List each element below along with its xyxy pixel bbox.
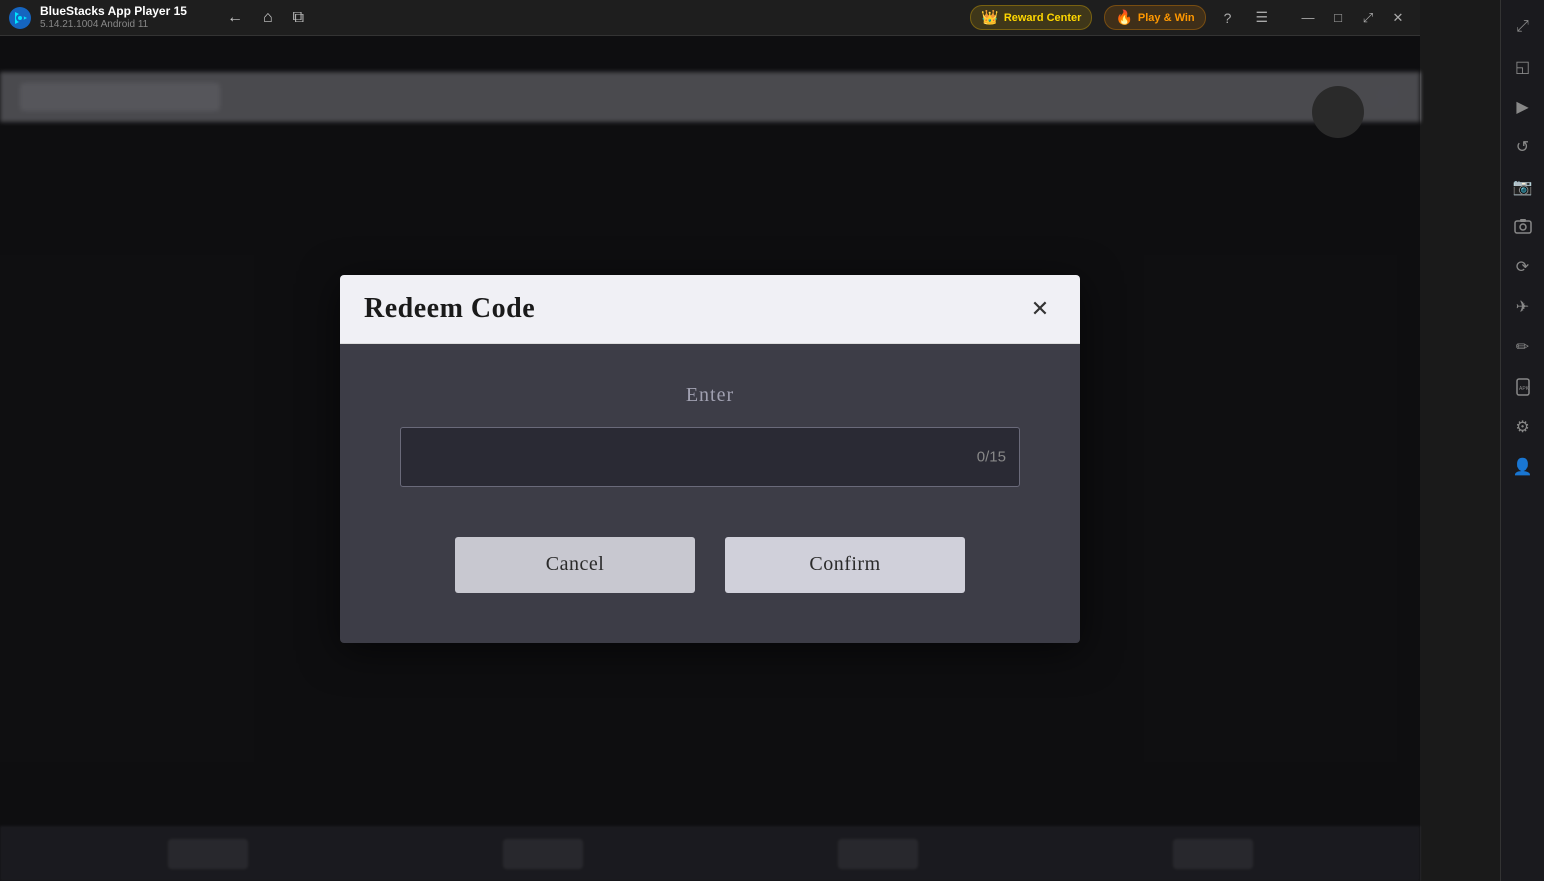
window-controls: — □ ⤢ ✕ bbox=[1294, 4, 1412, 32]
close-button[interactable]: ✕ bbox=[1384, 4, 1412, 32]
code-input[interactable] bbox=[400, 427, 1020, 487]
confirm-button[interactable]: Confirm bbox=[725, 537, 965, 593]
bluestacks-logo bbox=[8, 6, 32, 30]
copy-button[interactable]: ⧉ bbox=[289, 7, 308, 29]
play-win-label: Play & Win bbox=[1138, 12, 1195, 24]
reward-center-label: Reward Center bbox=[1004, 12, 1082, 24]
rotate-icon[interactable]: ⟳ bbox=[1505, 249, 1541, 285]
apk-icon[interactable]: APK bbox=[1505, 369, 1541, 405]
profile-icon[interactable]: 👤 bbox=[1505, 449, 1541, 485]
screenshot-icon[interactable] bbox=[1505, 209, 1541, 245]
titlebar-right: 👑 Reward Center 🔥 Play & Win ? ☰ — □ ⤢ ✕ bbox=[970, 4, 1412, 32]
titlebar: BlueStacks App Player 15 5.14.21.1004 An… bbox=[0, 0, 1420, 36]
refresh-icon[interactable]: ↺ bbox=[1505, 129, 1541, 165]
app-version: 5.14.21.1004 Android 11 bbox=[40, 19, 187, 31]
cancel-button[interactable]: Cancel bbox=[455, 537, 695, 593]
maximize-button[interactable]: □ bbox=[1324, 4, 1352, 32]
crown-icon: 👑 bbox=[981, 9, 998, 26]
modal-overlay: Redeem Code ✕ Enter 0/15 Cancel Confirm bbox=[0, 36, 1420, 881]
titlebar-nav: ← ⌂ ⧉ bbox=[223, 7, 308, 29]
fire-icon: 🔥 bbox=[1115, 9, 1132, 26]
video-icon[interactable]: ▶ bbox=[1505, 89, 1541, 125]
redeem-code-modal: Redeem Code ✕ Enter 0/15 Cancel Confirm bbox=[340, 275, 1080, 643]
app-info: BlueStacks App Player 15 5.14.21.1004 An… bbox=[40, 4, 187, 30]
minimize-button[interactable]: — bbox=[1294, 4, 1322, 32]
back-button[interactable]: ← bbox=[223, 7, 247, 29]
modal-title: Redeem Code bbox=[364, 293, 535, 325]
enter-label: Enter bbox=[400, 384, 1020, 407]
modal-close-button[interactable]: ✕ bbox=[1024, 293, 1056, 325]
expand-icon[interactable]: ⤢ bbox=[1505, 9, 1541, 45]
modal-header: Redeem Code ✕ bbox=[340, 275, 1080, 344]
right-sidebar: ⤢ ◱ ▶ ↺ 📷 ⟳ ✈ ✏ APK ⚙ 👤 bbox=[1500, 0, 1544, 881]
modal-body: Enter 0/15 Cancel Confirm bbox=[340, 344, 1080, 643]
restore-button[interactable]: ⤢ bbox=[1354, 4, 1382, 32]
location-icon[interactable]: ✈ bbox=[1505, 289, 1541, 325]
code-input-wrapper: 0/15 bbox=[400, 427, 1020, 487]
home-button[interactable]: ⌂ bbox=[259, 7, 277, 29]
settings-icon[interactable]: ⚙ bbox=[1505, 409, 1541, 445]
brush-icon[interactable]: ✏ bbox=[1505, 329, 1541, 365]
reward-center-button[interactable]: 👑 Reward Center bbox=[970, 5, 1092, 30]
camera-icon[interactable]: 📷 bbox=[1505, 169, 1541, 205]
modal-buttons: Cancel Confirm bbox=[400, 537, 1020, 593]
svg-text:APK: APK bbox=[1519, 386, 1530, 392]
hamburger-button[interactable]: ☰ bbox=[1249, 7, 1274, 28]
play-win-button[interactable]: 🔥 Play & Win bbox=[1104, 5, 1205, 30]
screen-icon[interactable]: ◱ bbox=[1505, 49, 1541, 85]
help-button[interactable]: ? bbox=[1218, 8, 1238, 28]
app-name: BlueStacks App Player 15 bbox=[40, 4, 187, 18]
